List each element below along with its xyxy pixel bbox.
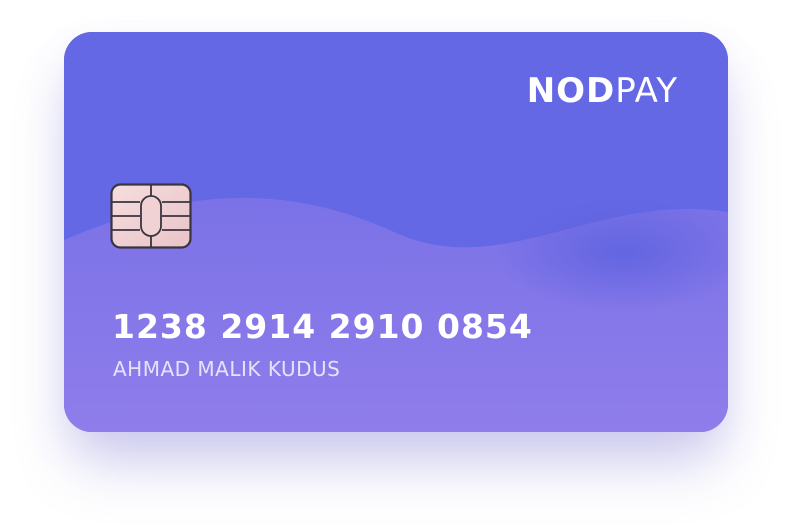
brand-logo-bold: NOD [526, 71, 616, 111]
card-number: 1238 2914 2910 0854 [112, 307, 533, 346]
brand-logo-light: PAY [615, 71, 678, 111]
brand-logo: NODPAY [527, 74, 678, 108]
card-holder-name: AHMAD MALIK KUDUS [113, 357, 341, 381]
credit-card[interactable]: NODPAY 1238 2914 2910 0854 AHMAD MALIK K… [64, 32, 728, 432]
stage: NODPAY 1238 2914 2910 0854 AHMAD MALIK K… [0, 0, 792, 528]
emv-chip-icon [110, 183, 192, 249]
